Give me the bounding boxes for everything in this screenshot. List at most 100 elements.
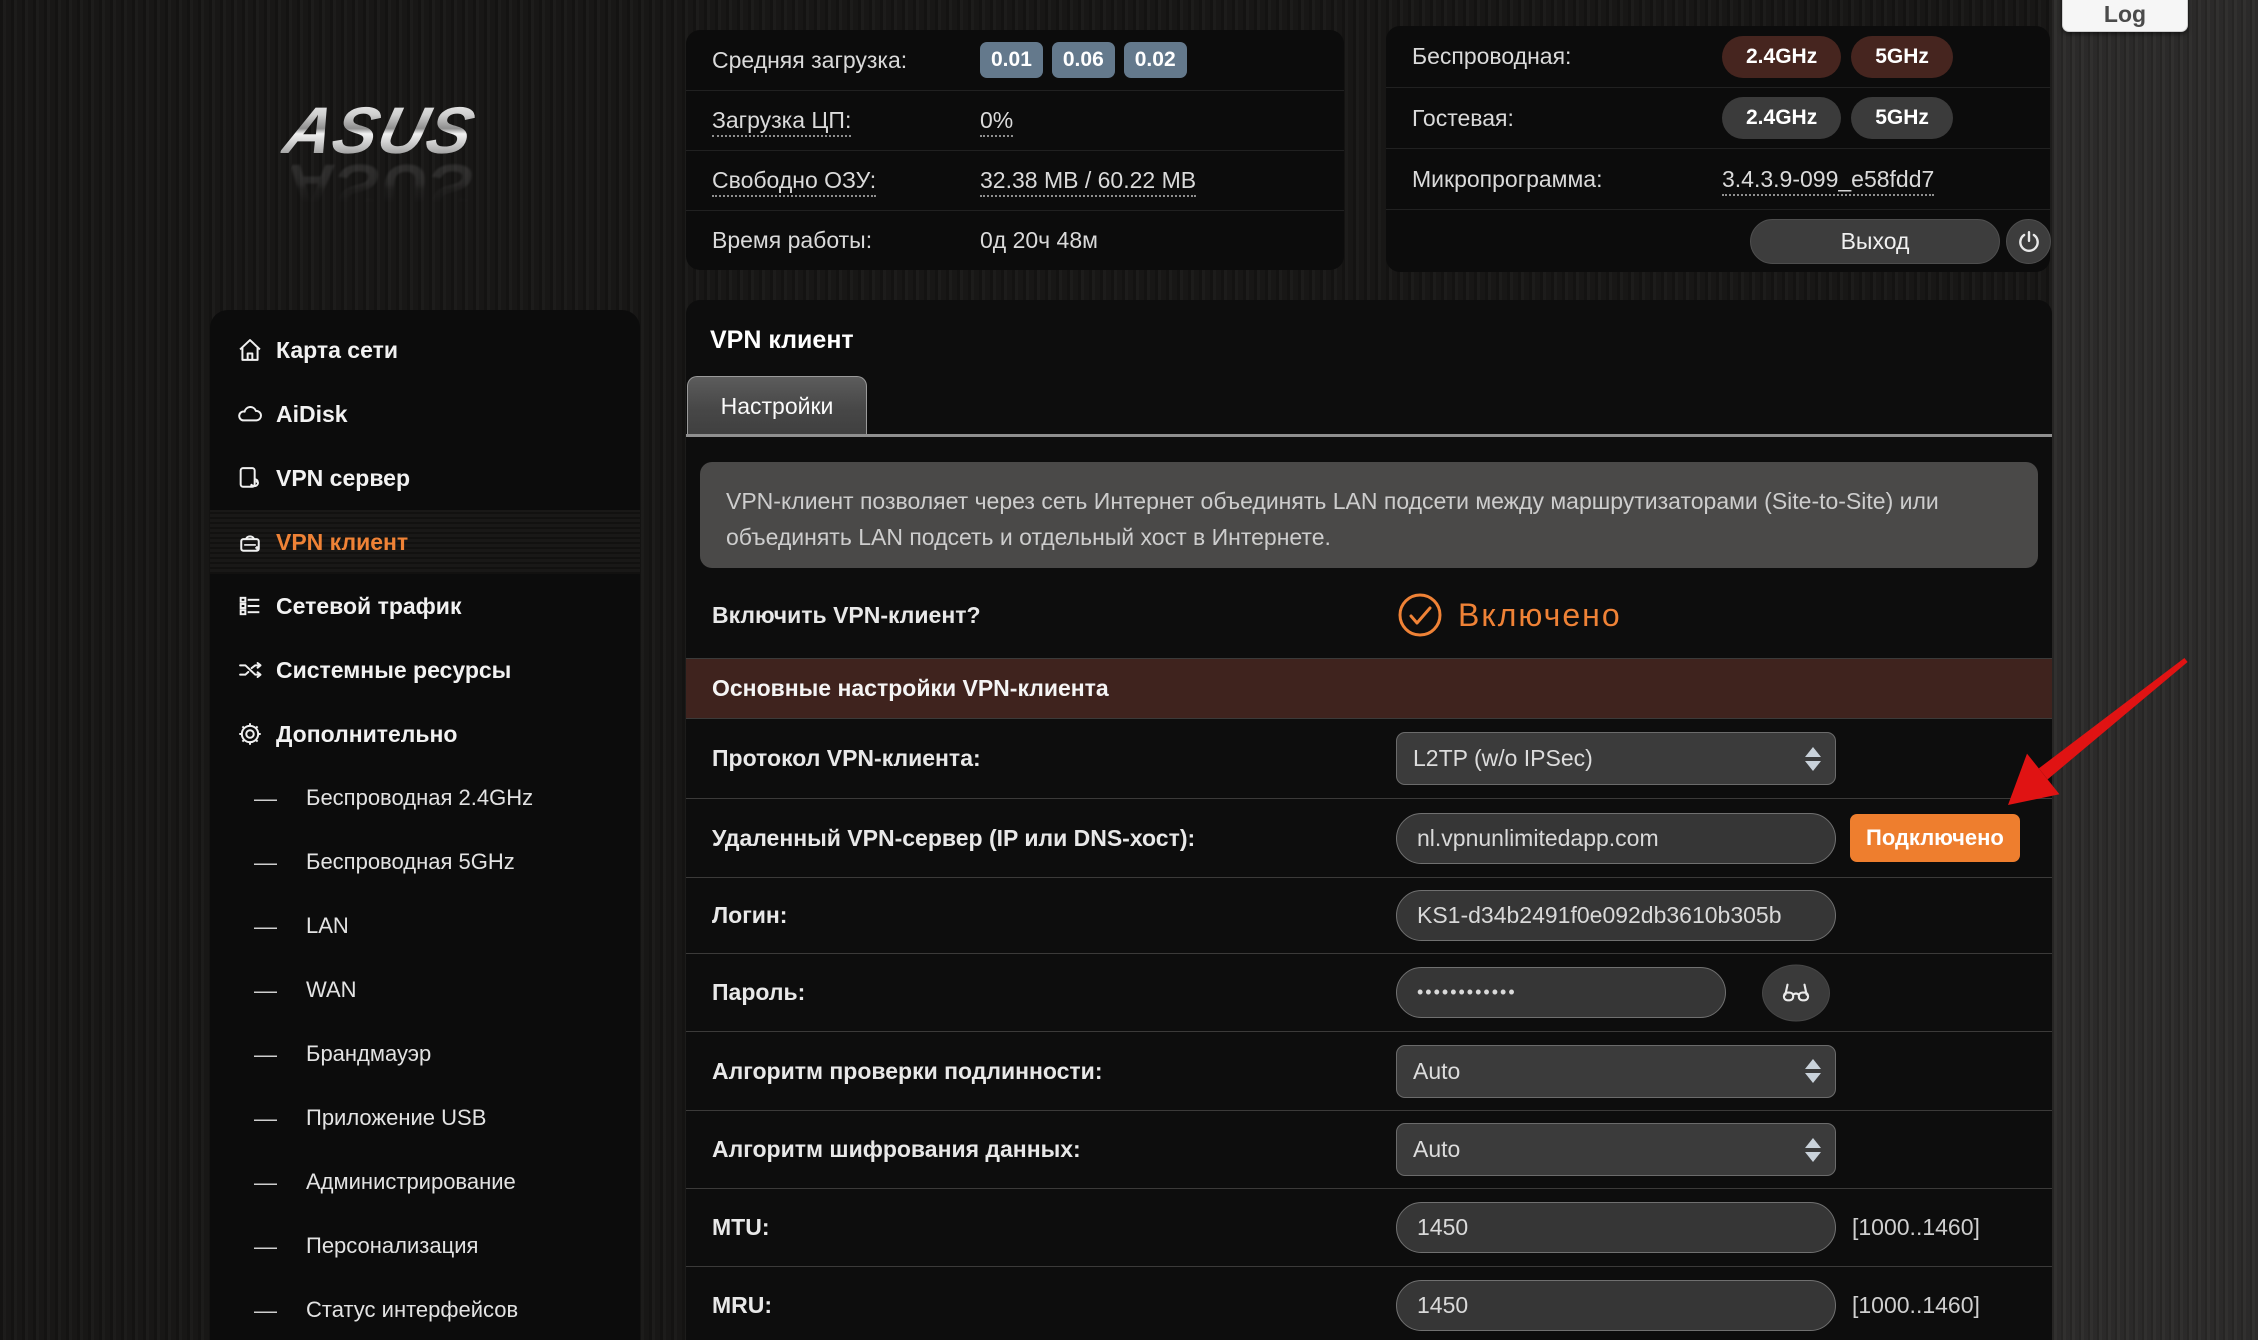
login-input[interactable] (1396, 890, 1836, 941)
cpu-row: Загрузка ЦП: 0% (686, 90, 1344, 150)
load-badge-5m: 0.06 (1052, 42, 1115, 78)
guest-5ghz-pill[interactable]: 5GHz (1851, 97, 1953, 139)
sidebar-item-aidisk[interactable]: AiDisk (210, 382, 640, 446)
shuffle-icon (236, 655, 266, 685)
chevron-updown-icon (1805, 747, 1821, 771)
sidebar-item-network-traffic[interactable]: Сетевой трафик (210, 574, 640, 638)
enable-vpn-label: Включить VPN-клиент? (712, 602, 981, 629)
remote-server-label: Удаленный VPN-сервер (IP или DNS-хост): (712, 825, 1195, 852)
chevron-updown-icon (1805, 1059, 1821, 1083)
tab-settings[interactable]: Настройки (687, 376, 867, 436)
vpn-client-icon (236, 527, 266, 557)
wireless-24ghz-pill[interactable]: 2.4GHz (1722, 36, 1841, 78)
sidebar-subitem-lan[interactable]: — LAN (210, 894, 640, 958)
uptime-value: 0д 20ч 48м (980, 227, 1098, 254)
cloud-icon (236, 399, 266, 429)
mtu-label: MTU: (712, 1214, 769, 1241)
password-label: Пароль: (712, 979, 805, 1006)
sidebar-subitem-administration[interactable]: — Администрирование (210, 1150, 640, 1214)
sidebar-subitem-interface-status[interactable]: — Статус интерфейсов (210, 1278, 640, 1340)
cpu-value[interactable]: 0% (980, 107, 1013, 134)
sidebar-subitem-personalization[interactable]: — Персонализация (210, 1214, 640, 1278)
guest-label: Гостевая: (1412, 105, 1722, 132)
check-circle-icon (1396, 591, 1444, 639)
login-row: Логин: (686, 877, 2052, 953)
power-icon (2016, 229, 2042, 255)
chevron-updown-icon (1805, 1138, 1821, 1162)
sidebar-item-vpn-server[interactable]: VPN сервер (210, 446, 640, 510)
auth-algorithm-row: Алгоритм проверки подлинности: Auto (686, 1031, 2052, 1110)
vpn-server-icon (236, 463, 266, 493)
glasses-icon (1779, 976, 1813, 1010)
protocol-label: Протокол VPN-клиента: (712, 745, 981, 772)
remote-server-input[interactable] (1396, 813, 1836, 864)
mru-range-hint: [1000..1460] (1852, 1292, 1980, 1319)
dash-bullet: — (254, 785, 277, 812)
enable-status-text: Включено (1458, 597, 1622, 634)
enable-vpn-row: Включить VPN-клиент? Включено (686, 572, 2052, 658)
sidebar-subitem-usb-app[interactable]: — Приложение USB (210, 1086, 640, 1150)
system-stats-panel: Средняя загрузка: 0.01 0.06 0.02 Загрузк… (686, 30, 1344, 270)
auth-algorithm-select[interactable]: Auto (1396, 1045, 1836, 1098)
auth-algorithm-label: Алгоритм проверки подлинности: (712, 1058, 1102, 1085)
sidebar-subitem-wan[interactable]: — WAN (210, 958, 640, 1022)
dash-bullet: — (254, 849, 277, 876)
logout-row: Выход (1386, 209, 2050, 271)
mru-input[interactable] (1396, 1280, 1836, 1331)
encryption-algorithm-label: Алгоритм шифрования данных: (712, 1136, 1081, 1163)
vpn-client-form: Включить VPN-клиент? Включено Основные н… (686, 572, 2052, 1340)
cpu-label[interactable]: Загрузка ЦП: (712, 107, 980, 134)
page-title: VPN клиент (710, 326, 854, 355)
wireless-panel: Беспроводная: 2.4GHz 5GHz Гостевая: 2.4G… (1386, 26, 2050, 272)
dash-bullet: — (254, 977, 277, 1004)
password-input[interactable] (1396, 967, 1726, 1018)
mru-row: MRU: [1000..1460] (686, 1266, 2052, 1340)
logout-button[interactable]: Выход (1750, 219, 2000, 264)
sidebar-item-network-map[interactable]: Карта сети (210, 318, 640, 382)
vpn-client-description: VPN-клиент позволяет через сеть Интернет… (700, 462, 2038, 568)
firmware-version-link[interactable]: 3.4.3.9-099_e58fdd7 (1722, 166, 1934, 193)
ram-row: Свободно ОЗУ: 32.38 MB / 60.22 MB (686, 150, 1344, 210)
dash-bullet: — (254, 1169, 277, 1196)
encryption-algorithm-select[interactable]: Auto (1396, 1123, 1836, 1176)
sidebar-subitem-firewall[interactable]: — Брандмауэр (210, 1022, 640, 1086)
remote-server-row: Удаленный VPN-сервер (IP или DNS-хост): … (686, 798, 2052, 877)
dash-bullet: — (254, 1297, 277, 1324)
dash-bullet: — (254, 1041, 277, 1068)
uptime-row: Время работы: 0д 20ч 48м (686, 210, 1344, 270)
sidebar-item-advanced[interactable]: Дополнительно (210, 702, 640, 766)
asus-logo: ASUS ASUS (286, 92, 586, 226)
tab-underline (686, 434, 2052, 437)
sidebar-subitem-wireless-5[interactable]: — Беспроводная 5GHz (210, 830, 640, 894)
login-label: Логин: (712, 902, 787, 929)
mtu-row: MTU: [1000..1460] (686, 1188, 2052, 1266)
ram-value[interactable]: 32.38 MB / 60.22 MB (980, 167, 1196, 194)
uptime-label: Время работы: (712, 227, 980, 254)
protocol-row: Протокол VPN-клиента: L2TP (w/o IPSec) (686, 718, 2052, 798)
mru-label: MRU: (712, 1292, 772, 1319)
ram-label[interactable]: Свободно ОЗУ: (712, 167, 980, 194)
load-average-badges: 0.01 0.06 0.02 (980, 42, 1187, 78)
protocol-select[interactable]: L2TP (w/o IPSec) (1396, 732, 1836, 785)
firmware-row: Микропрограмма: 3.4.3.9-099_e58fdd7 (1386, 148, 2050, 209)
firmware-label: Микропрограмма: (1412, 166, 1722, 193)
sidebar-subitem-wireless-24[interactable]: — Беспроводная 2.4GHz (210, 766, 640, 830)
wireless-5ghz-pill[interactable]: 5GHz (1851, 36, 1953, 78)
asus-logo-reflection: ASUS (277, 150, 483, 226)
load-badge-15m: 0.02 (1124, 42, 1187, 78)
wireless-label: Беспроводная: (1412, 43, 1722, 70)
sidebar-item-vpn-client[interactable]: VPN клиент (210, 510, 640, 574)
connected-status-button[interactable]: Подключено (1850, 814, 2020, 862)
log-button[interactable]: Log (2062, 0, 2188, 32)
wireless-row: Беспроводная: 2.4GHz 5GHz (1386, 26, 2050, 87)
show-password-button[interactable] (1762, 964, 1830, 1021)
sidebar-item-system-resources[interactable]: Системные ресурсы (210, 638, 640, 702)
encryption-algorithm-row: Алгоритм шифрования данных: Auto (686, 1110, 2052, 1188)
dash-bullet: — (254, 1233, 277, 1260)
load-badge-1m: 0.01 (980, 42, 1043, 78)
mtu-input[interactable] (1396, 1202, 1836, 1253)
guest-24ghz-pill[interactable]: 2.4GHz (1722, 97, 1841, 139)
home-icon (236, 335, 266, 365)
reboot-button[interactable] (2006, 219, 2051, 264)
enable-vpn-status[interactable]: Включено (1396, 591, 1622, 639)
